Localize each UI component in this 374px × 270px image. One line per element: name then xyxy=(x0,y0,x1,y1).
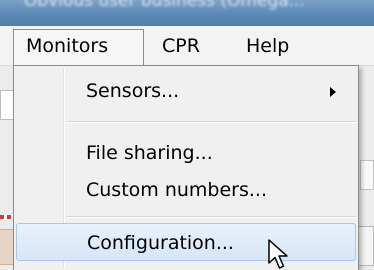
window-title-bar: Obvious user business (Omega... xyxy=(0,0,374,26)
menu-item-file-sharing[interactable]: File sharing... xyxy=(16,134,356,172)
menu-item-label: Sensors... xyxy=(86,80,180,102)
window-title: Obvious user business (Omega... xyxy=(24,0,305,11)
background-right-panel xyxy=(360,160,374,190)
menu-help[interactable]: Help xyxy=(234,30,301,62)
screenshot-stage: Obvious user business (Omega... Monitors… xyxy=(0,0,374,270)
menu-item-sensors[interactable]: Sensors... xyxy=(16,72,356,110)
menu-separator xyxy=(66,121,356,123)
menu-cpr[interactable]: CPR xyxy=(150,30,212,62)
menu-item-label: Configuration... xyxy=(87,232,234,254)
menu-item-label: File sharing... xyxy=(86,142,213,164)
menu-item-label: Custom numbers... xyxy=(86,179,268,201)
menu-separator xyxy=(66,216,356,218)
submenu-arrow-icon xyxy=(330,87,336,97)
monitors-dropdown-menu: Sensors... File sharing... Custom number… xyxy=(13,65,359,270)
menu-item-configuration[interactable]: Configuration... xyxy=(16,223,356,261)
menu-bar: Monitors CPR Help xyxy=(0,26,374,66)
menu-monitors[interactable]: Monitors xyxy=(13,29,144,66)
mouse-pointer-icon xyxy=(268,239,288,269)
background-right-field xyxy=(358,226,374,266)
menu-item-custom-numbers[interactable]: Custom numbers... xyxy=(16,171,356,209)
